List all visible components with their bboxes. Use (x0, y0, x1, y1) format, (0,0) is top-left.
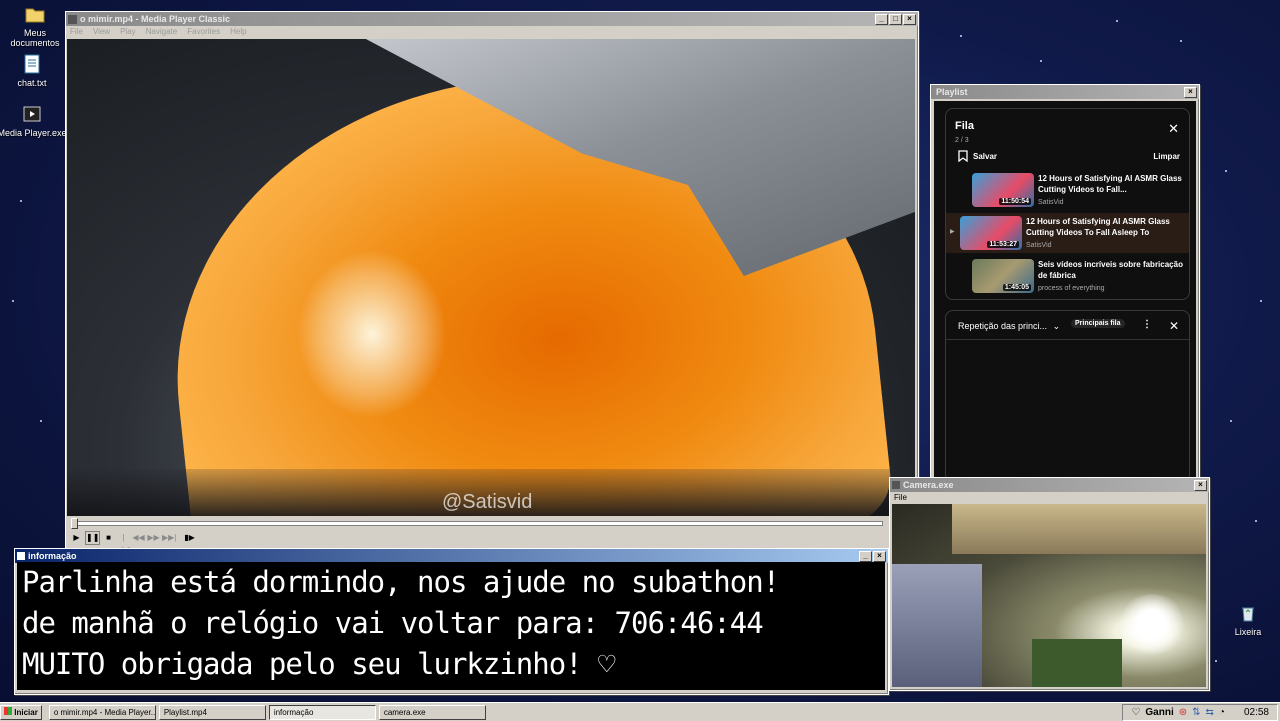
menu-navigate[interactable]: Navigate (146, 27, 178, 36)
info-message: Parlinha está dormindo, nos ajude no sub… (17, 562, 885, 690)
info-line-3: MUITO obrigada pelo seu lurkzinho! ♡ (22, 647, 616, 681)
close-button[interactable]: × (1194, 479, 1207, 491)
task-playlist[interactable]: Playlist.mp4 (158, 704, 266, 720)
video-content-highlight (297, 249, 447, 419)
notepad-icon (21, 53, 43, 75)
bookmark-icon (958, 150, 968, 162)
queue-panel: Fila 2 / 3 ✕ Salvar Limpar 11:50:54 12 H… (945, 108, 1190, 300)
menu-help[interactable]: Help (230, 27, 246, 36)
chevron-down-icon: ⌄ (1052, 321, 1061, 331)
tray-icon[interactable]: ⇅ (1192, 707, 1200, 718)
next-icon[interactable]: ▶▶| (162, 532, 176, 544)
start-button[interactable]: Iniciar (0, 704, 42, 720)
app-icon (17, 552, 25, 560)
camera-menu-bar: File (890, 492, 1209, 503)
more-options-icon[interactable]: ⋮ (1142, 319, 1152, 330)
video-watermark: @Satisvid (442, 491, 533, 513)
folder-icon (24, 3, 46, 25)
desktop-icon-media-player[interactable]: Media Player.exe (0, 103, 67, 138)
menu-bar: File View Play Navigate Favorites Help (66, 26, 918, 37)
minimize-button[interactable]: _ (859, 550, 872, 562)
rewind-icon[interactable]: ◀◀ (132, 532, 145, 544)
tray-icon[interactable]: ⇆ (1206, 707, 1214, 718)
menu-play[interactable]: Play (120, 27, 136, 36)
menu-file[interactable]: File (70, 27, 83, 36)
playlist-titlebar[interactable]: Playlist × (931, 85, 1199, 99)
maximize-button[interactable]: □ (889, 13, 902, 25)
taskbar: Iniciar o mimir.mp4 - Media Player... Pl… (0, 702, 1280, 721)
queue-header: Fila (955, 120, 974, 132)
app-icon (892, 481, 900, 489)
play-icon[interactable]: ▶ (70, 532, 83, 544)
close-button[interactable]: × (1184, 86, 1197, 98)
mix-panel: Repetição das princi... ⌄ Principais fil… (945, 310, 1190, 482)
frame-step-icon[interactable]: ▮▶ (183, 532, 196, 544)
camera-content-bed (892, 564, 982, 687)
camera-feed (892, 504, 1206, 687)
save-button[interactable]: Salvar (958, 150, 997, 162)
menu-favorites[interactable]: Favorites (187, 27, 220, 36)
seek-thumb[interactable] (71, 518, 78, 529)
video-thumbnail: 1:45:05 (972, 259, 1034, 293)
pause-icon[interactable]: ❚❚ (85, 531, 100, 545)
playlist-item[interactable]: 1:45:05 Seis vídeos incríveis sobre fabr… (958, 256, 1186, 296)
camera-titlebar[interactable]: Camera.exe × (890, 478, 1209, 492)
camera-window-title: Camera.exe (903, 480, 954, 490)
menu-file[interactable]: File (894, 493, 907, 502)
close-icon[interactable]: ✕ (1169, 319, 1179, 333)
now-playing-icon: ▶ (950, 229, 955, 235)
heart-icon: ♡ (1131, 707, 1141, 718)
info-line-2: de manhã o relógio vai voltar para: 706:… (22, 606, 764, 640)
task-media-player[interactable]: o mimir.mp4 - Media Player... (48, 704, 156, 720)
close-button[interactable]: × (903, 13, 916, 25)
clear-button[interactable]: Limpar (1153, 152, 1180, 161)
close-icon[interactable]: ✕ (1168, 121, 1179, 137)
camera-content-light (1117, 594, 1187, 654)
camera-content-floor (1032, 639, 1122, 687)
app-icon (68, 14, 77, 24)
playlist-window-title: Playlist (936, 87, 968, 97)
mix-badge[interactable]: Principais fila (1071, 319, 1125, 328)
task-camera[interactable]: camera.exe (378, 704, 486, 720)
info-line-1: Parlinha está dormindo, nos ajude no sub… (22, 565, 780, 599)
playlist-item-active[interactable]: ▶ 11:53:27 12 Hours of Satisfying AI ASM… (946, 213, 1189, 253)
system-tray: ♡ Ganni ⊛ ⇅ ⇆ ◔ 02:58 (1122, 704, 1278, 721)
playlist-item[interactable]: 11:50:54 12 Hours of Satisfying AI ASMR … (958, 170, 1186, 210)
tray-user: Ganni (1145, 707, 1174, 718)
task-informacao[interactable]: informação (268, 704, 376, 720)
seek-bar[interactable] (67, 518, 915, 529)
windows-logo-icon (4, 706, 12, 715)
info-titlebar[interactable]: informação _ × (15, 549, 888, 563)
desktop-icon-documents[interactable]: Meus documentos (0, 3, 70, 48)
queue-position: 2 / 3 (955, 137, 969, 144)
close-button[interactable]: × (873, 550, 886, 562)
mix-dropdown[interactable]: Repetição das princi... ⌄ (958, 321, 1060, 332)
playback-controls: ▶ ❚❚ ■ |◀◀ ◀◀ ▶▶ ▶▶| ▮▶ 🔈 (67, 530, 918, 554)
forward-icon[interactable]: ▶▶ (147, 532, 160, 544)
video-thumbnail: 11:53:27 (960, 216, 1022, 250)
info-window-title: informação (28, 551, 77, 561)
video-thumbnail: 11:50:54 (972, 173, 1034, 207)
clock[interactable]: 02:58 (1244, 707, 1269, 718)
seek-track[interactable] (71, 521, 883, 526)
media-player-titlebar[interactable]: o mimir.mp4 - Media Player Classic _ □ × (66, 12, 918, 26)
tray-icon[interactable]: ⊛ (1179, 707, 1187, 718)
camera-content-wall (952, 504, 1206, 554)
desktop-icon-recycle-bin[interactable]: Lixeira (1213, 602, 1280, 637)
previous-icon[interactable]: |◀◀ (117, 532, 130, 554)
window-title: o mimir.mp4 - Media Player Classic (80, 14, 231, 24)
recycle-bin-icon (1237, 602, 1259, 624)
divider (946, 339, 1189, 340)
minimize-button[interactable]: _ (875, 13, 888, 25)
menu-view[interactable]: View (93, 27, 110, 36)
media-player-icon (21, 103, 43, 125)
stop-icon[interactable]: ■ (102, 532, 115, 544)
tray-icon[interactable]: ◔ (1219, 707, 1225, 718)
desktop-icon-chat[interactable]: chat.txt (0, 53, 67, 88)
video-frame[interactable]: @Satisvid (67, 39, 915, 516)
